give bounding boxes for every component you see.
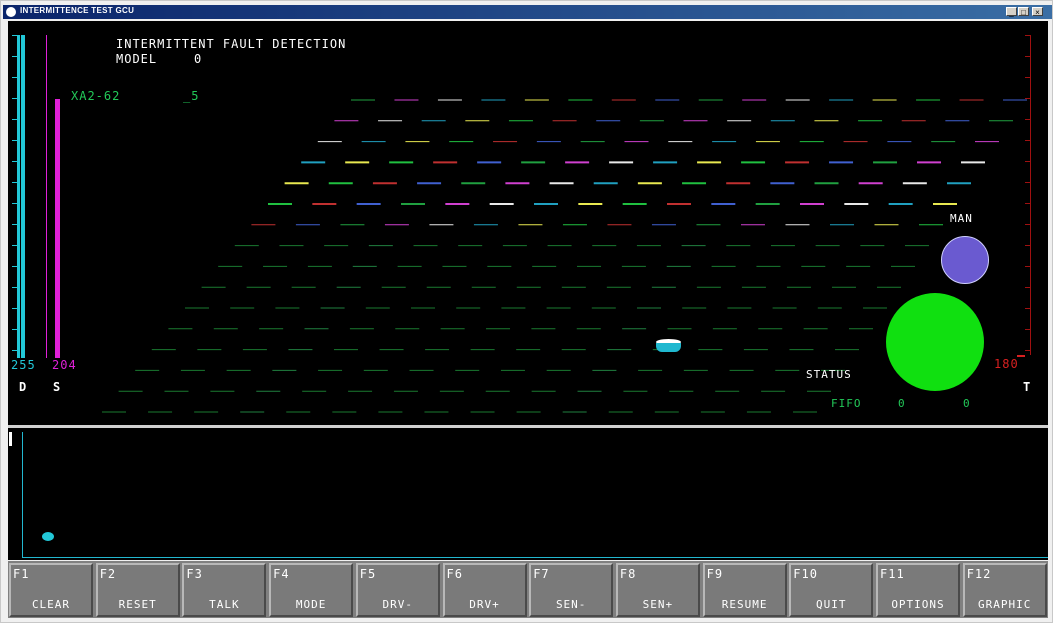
man-indicator <box>941 236 989 284</box>
fkey-label: CLEAR <box>31 598 71 611</box>
fkey-number: F11 <box>880 567 905 581</box>
fkey-f9-button[interactable]: F9 RESUME <box>702 563 787 617</box>
t-gauge-tick <box>1025 308 1030 309</box>
fkey-number: F1 <box>13 567 30 581</box>
maximize-button[interactable]: □ <box>1018 7 1029 17</box>
fkey-f10-button[interactable]: F10 QUIT <box>789 563 874 617</box>
trace-axis-horizontal <box>22 557 1048 558</box>
fkey-number: F4 <box>273 567 290 581</box>
t-gauge-tick <box>1025 203 1030 204</box>
fkey-f1-button[interactable]: F1 CLEAR <box>9 563 93 617</box>
app-icon <box>6 7 16 17</box>
t-gauge-tick <box>1025 140 1030 141</box>
t-gauge-tick <box>1025 350 1030 351</box>
fifo-label: FIFO <box>831 397 862 410</box>
t-gauge-tick <box>1025 56 1030 57</box>
close-icon: × <box>1035 8 1040 17</box>
t-gauge-frame <box>1030 35 1031 355</box>
fkey-number: F9 <box>706 567 724 581</box>
t-gauge-tick <box>1025 245 1030 246</box>
fkey-number: F7 <box>533 567 550 581</box>
fkey-number: F8 <box>619 567 637 581</box>
t-gauge-tick <box>1025 161 1030 162</box>
app-window: INTERMITTENCE TEST GCU _ □ × 255 204 D S… <box>0 0 1053 623</box>
fkey-f8-button[interactable]: F8 SEN+ <box>615 563 700 617</box>
fkey-f4-button[interactable]: F4 MODE <box>269 563 354 617</box>
t-label: T <box>1023 380 1032 394</box>
t-gauge-tick <box>1025 287 1030 288</box>
t-gauge-tick <box>1025 119 1030 120</box>
t-gauge-tick <box>1025 98 1030 99</box>
fkey-label: QUIT <box>816 598 847 611</box>
window-title: INTERMITTENCE TEST GCU <box>20 6 135 15</box>
status-indicator <box>886 293 984 391</box>
t-gauge-tick <box>1025 266 1030 267</box>
fkey-number: F2 <box>99 567 117 581</box>
fkey-label: MODE <box>295 598 327 611</box>
fkey-label: SEN+ <box>642 598 674 611</box>
fkey-f12-button[interactable]: F12 GRAPHIC <box>962 563 1047 617</box>
fkey-number: F12 <box>966 567 992 581</box>
minimize-button[interactable]: _ <box>1006 7 1017 17</box>
fkey-f6-button[interactable]: F6 DRV+ <box>442 563 527 617</box>
fkey-f5-button[interactable]: F5 DRV- <box>355 563 440 617</box>
t-gauge-tick <box>1025 35 1030 36</box>
fkey-f3-button[interactable]: F3 TALK <box>182 563 267 617</box>
fkey-number: F10 <box>793 567 818 581</box>
fkey-number: F3 <box>186 567 203 581</box>
man-label: MAN <box>950 212 973 225</box>
fkey-label: RESET <box>118 598 157 611</box>
t-gauge-tick <box>1025 182 1030 183</box>
fkey-label: GRAPHIC <box>978 598 1032 611</box>
fifo-value-2: 0 <box>963 397 971 410</box>
t-gauge-tick <box>1025 77 1030 78</box>
status-label: STATUS <box>806 368 852 381</box>
function-key-bar: F1 CLEAR F2 RESET F3 TALK F4 MODE F5 DRV- F6 DRV+ F7… <box>8 561 1048 618</box>
t-gauge-tick <box>1025 224 1030 225</box>
t-gauge-tick <box>1025 329 1030 330</box>
minimize-icon: _ <box>1009 8 1014 17</box>
close-button[interactable]: × <box>1032 7 1043 17</box>
fkey-label: DRV- <box>382 598 414 611</box>
fkey-label: RESUME <box>721 598 768 611</box>
trace-dot <box>42 532 54 541</box>
fkey-number: F6 <box>446 567 463 581</box>
fifo-value-1: 0 <box>898 397 906 410</box>
fkey-f2-button[interactable]: F2 RESET <box>95 563 180 617</box>
fkey-label: DRV+ <box>469 598 500 611</box>
fkey-f7-button[interactable]: F7 SEN- <box>529 563 614 617</box>
fkey-f11-button[interactable]: F11 OPTIONS <box>876 563 960 617</box>
trace-axis-vertical <box>22 432 23 558</box>
probe-cursor[interactable] <box>656 339 681 353</box>
fkey-label: SEN- <box>555 598 587 611</box>
graphic-display: 255 204 D S INTERMITTENT FAULT DETECTION… <box>8 21 1048 425</box>
fkey-label: TALK <box>209 598 240 611</box>
t-value: 180 <box>994 357 1019 371</box>
fkey-label: OPTIONS <box>891 598 945 611</box>
trace-marker <box>9 432 12 446</box>
maximize-icon: □ <box>1021 8 1026 17</box>
title-bar[interactable]: INTERMITTENCE TEST GCU _ □ × <box>3 5 1052 19</box>
trace-display <box>8 428 1048 560</box>
fkey-number: F5 <box>359 567 377 581</box>
